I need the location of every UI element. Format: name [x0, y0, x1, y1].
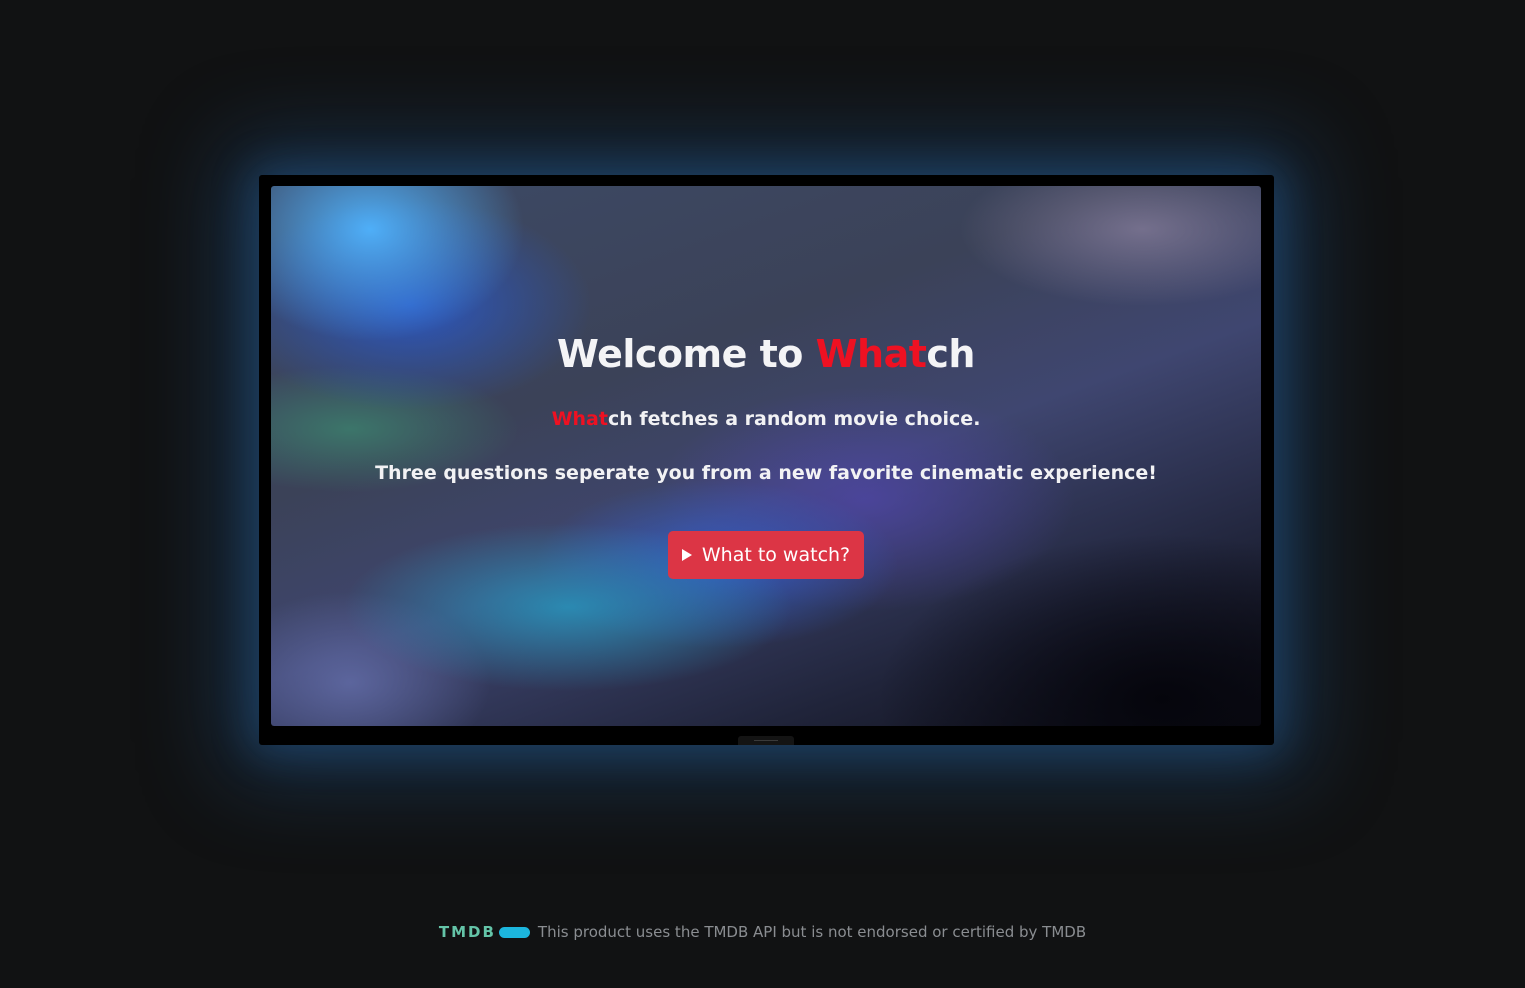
tmdb-logo: TMDB — [439, 923, 530, 941]
footer: TMDB This product uses the TMDB API but … — [0, 920, 1525, 944]
page: Welcome to Whatch Whatch fetches a rando… — [0, 0, 1525, 988]
intro-description: fetches a random movie choice. — [632, 408, 981, 430]
play-icon — [681, 549, 692, 561]
tv-frame: Welcome to Whatch Whatch fetches a rando… — [259, 175, 1274, 745]
tv-screen: Welcome to Whatch Whatch fetches a rando… — [271, 186, 1261, 726]
intro-brand-rest: ch — [607, 408, 633, 430]
what-to-watch-button[interactable]: What to watch? — [668, 531, 864, 579]
intro-brand-accent: What — [551, 408, 608, 430]
tv-stand-notch — [738, 736, 794, 745]
tmdb-disclaimer: This product uses the TMDB API but is no… — [537, 923, 1087, 941]
tagline: Three questions seperate you from a new … — [375, 462, 1157, 484]
title-brand-accent: What — [815, 332, 927, 376]
tmdb-logo-pill — [498, 926, 530, 938]
title-prefix: Welcome to — [557, 332, 816, 376]
title-brand-rest: ch — [926, 332, 975, 376]
intro-text: Whatch fetches a random movie choice. — [271, 408, 1261, 430]
what-to-watch-label: What to watch? — [701, 544, 851, 566]
page-title: Welcome to Whatch — [271, 332, 1261, 376]
hero-content: Welcome to Whatch Whatch fetches a rando… — [271, 186, 1261, 726]
tmdb-logo-text: TMDB — [438, 923, 496, 941]
